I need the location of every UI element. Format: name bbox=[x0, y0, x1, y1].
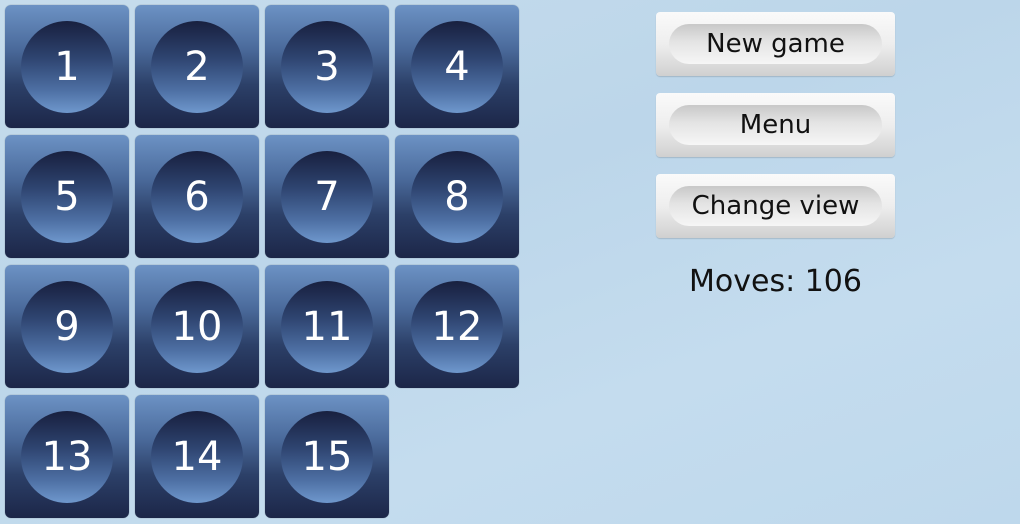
tile-disc: 8 bbox=[411, 151, 503, 243]
puzzle-tile[interactable]: 8 bbox=[395, 135, 519, 258]
tile-disc: 4 bbox=[411, 21, 503, 113]
tile-disc: 5 bbox=[21, 151, 113, 243]
tile-disc: 10 bbox=[151, 281, 243, 373]
tile-disc: 6 bbox=[151, 151, 243, 243]
new-game-button[interactable]: New game bbox=[656, 12, 895, 76]
tile-number: 6 bbox=[184, 174, 210, 220]
puzzle-tile[interactable]: 11 bbox=[265, 265, 389, 388]
tile-disc: 13 bbox=[21, 411, 113, 503]
puzzle-tile[interactable]: 2 bbox=[135, 5, 259, 128]
tile-disc: 9 bbox=[21, 281, 113, 373]
tile-number: 8 bbox=[444, 174, 470, 220]
tile-number: 3 bbox=[314, 44, 340, 90]
new-game-label: New game bbox=[706, 29, 845, 59]
puzzle-tile[interactable]: 1 bbox=[5, 5, 129, 128]
tile-disc: 14 bbox=[151, 411, 243, 503]
change-view-pill: Change view bbox=[669, 186, 882, 226]
puzzle-tile[interactable]: 5 bbox=[5, 135, 129, 258]
puzzle-tile[interactable]: 10 bbox=[135, 265, 259, 388]
tile-number: 2 bbox=[184, 44, 210, 90]
tile-disc: 7 bbox=[281, 151, 373, 243]
tile-disc: 12 bbox=[411, 281, 503, 373]
tile-number: 12 bbox=[431, 304, 483, 350]
puzzle-tile[interactable]: 15 bbox=[265, 395, 389, 518]
tile-number: 14 bbox=[171, 434, 223, 480]
tile-number: 4 bbox=[444, 44, 470, 90]
tile-disc: 3 bbox=[281, 21, 373, 113]
puzzle-board: 1 2 3 4 5 6 7 8 9 10 11 12 13 14 15 bbox=[0, 0, 525, 524]
tile-number: 11 bbox=[301, 304, 353, 350]
menu-button[interactable]: Menu bbox=[656, 93, 895, 157]
menu-label: Menu bbox=[739, 110, 812, 140]
change-view-button[interactable]: Change view bbox=[656, 174, 895, 238]
tile-disc: 15 bbox=[281, 411, 373, 503]
tile-number: 9 bbox=[54, 304, 80, 350]
tile-number: 10 bbox=[171, 304, 223, 350]
puzzle-tile[interactable]: 7 bbox=[265, 135, 389, 258]
control-panel: New game Menu Change view bbox=[656, 12, 895, 255]
puzzle-tile[interactable]: 9 bbox=[5, 265, 129, 388]
moves-counter: Moves: 106 bbox=[689, 264, 862, 299]
tile-disc: 11 bbox=[281, 281, 373, 373]
puzzle-tile[interactable]: 12 bbox=[395, 265, 519, 388]
tile-number: 13 bbox=[41, 434, 93, 480]
tile-number: 5 bbox=[54, 174, 80, 220]
tile-number: 7 bbox=[314, 174, 340, 220]
tile-disc: 1 bbox=[21, 21, 113, 113]
new-game-pill: New game bbox=[669, 24, 882, 64]
change-view-label: Change view bbox=[691, 191, 860, 221]
puzzle-tile[interactable]: 6 bbox=[135, 135, 259, 258]
puzzle-tile[interactable]: 14 bbox=[135, 395, 259, 518]
tile-disc: 2 bbox=[151, 21, 243, 113]
puzzle-tile[interactable]: 4 bbox=[395, 5, 519, 128]
tile-number: 15 bbox=[301, 434, 353, 480]
tile-number: 1 bbox=[54, 44, 80, 90]
puzzle-tile[interactable]: 3 bbox=[265, 5, 389, 128]
puzzle-tile[interactable]: 13 bbox=[5, 395, 129, 518]
menu-pill: Menu bbox=[669, 105, 882, 145]
